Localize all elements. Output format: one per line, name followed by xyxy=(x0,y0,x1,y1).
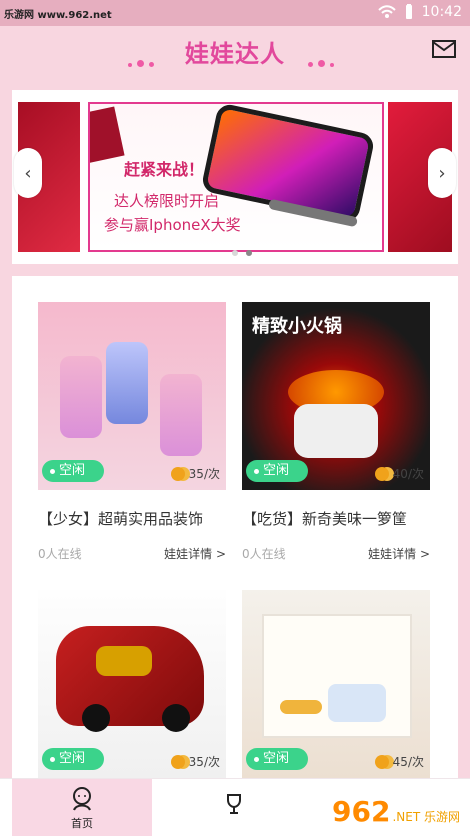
status-dot-icon xyxy=(50,756,55,762)
nav-home-label: 首页 xyxy=(71,816,93,830)
wifi-icon xyxy=(377,5,396,18)
coin-icon xyxy=(170,466,185,481)
cover-text: 精致小火锅 xyxy=(252,316,342,337)
details-link[interactable]: 娃娃详情 > xyxy=(164,545,226,562)
site-watermark: 乐游网 www.962.net xyxy=(4,10,112,21)
product-card-4[interactable]: 空闲 45/次 xyxy=(242,590,430,778)
car-window xyxy=(96,646,152,676)
indicator-dot xyxy=(232,250,238,256)
mail-icon[interactable] xyxy=(432,40,456,58)
price-tag: 40/次 xyxy=(374,465,424,482)
status-right: 10:42 xyxy=(377,4,462,20)
banner-line-2: 达人榜限时开启 xyxy=(114,192,220,210)
status-badge: 空闲 xyxy=(246,748,308,770)
cup-illustration xyxy=(60,356,102,438)
nav-home[interactable]: 首页 xyxy=(12,779,152,836)
carousel-prev-button[interactable]: ‹ xyxy=(14,148,42,198)
product-image[interactable]: 空闲 45/次 xyxy=(242,590,430,778)
title-decoration-right xyxy=(308,52,342,67)
cup-illustration xyxy=(106,342,148,424)
banner-headline: 赶紧来战！ xyxy=(124,160,205,179)
status-dot-icon xyxy=(50,468,55,474)
status-dot-icon xyxy=(254,756,259,762)
wheel-icon xyxy=(82,704,110,732)
status-badge: 空闲 xyxy=(42,748,104,770)
cup-illustration xyxy=(160,374,202,456)
price-tag: 45/次 xyxy=(374,753,424,770)
online-count: 0人在线 xyxy=(242,547,286,561)
table-illustration xyxy=(280,700,322,714)
status-bar: 乐游网 www.962.net 10:42 xyxy=(0,0,470,26)
indicator-dot-active xyxy=(246,250,252,256)
carousel-indicator xyxy=(232,241,260,260)
gift-box-image xyxy=(90,106,125,168)
clock: 10:42 xyxy=(421,4,462,20)
online-count: 0人在线 xyxy=(38,547,82,561)
chevron-left-icon: ‹ xyxy=(24,162,32,184)
product-meta: 0人在线 娃娃详情 > xyxy=(38,545,226,562)
banner-slide[interactable]: 赶紧来战！ 达人榜限时开启 参与赢IphoneX大奖 xyxy=(88,102,384,252)
product-title: 【吃货】新奇美味一箩筐 xyxy=(242,510,408,528)
carousel-next-button[interactable]: › xyxy=(428,148,456,198)
status-badge: 空闲 xyxy=(42,460,104,482)
product-card-1[interactable]: 空闲 35/次 【少女】超萌实用品装饰 0人在线 娃娃详情 > xyxy=(38,302,226,562)
chevron-right-icon: › xyxy=(438,162,446,184)
product-image[interactable]: 空闲 35/次 xyxy=(38,590,226,778)
corner-watermark: 962 .NET 乐游网 xyxy=(332,795,460,828)
sofa-illustration xyxy=(328,684,386,722)
price-tag: 35/次 xyxy=(170,465,220,482)
status-badge: 空闲 xyxy=(246,460,308,482)
product-meta: 0人在线 娃娃详情 > xyxy=(242,545,430,562)
product-image[interactable]: 精致小火锅 空闲 40/次 xyxy=(242,302,430,490)
price-tag: 35/次 xyxy=(170,753,220,770)
home-person-icon xyxy=(73,786,91,810)
details-link[interactable]: 娃娃详情 > xyxy=(368,545,430,562)
app-header: 娃娃达人 xyxy=(0,26,470,80)
banner-line-3: 参与赢IphoneX大奖 xyxy=(104,216,241,234)
banner-carousel[interactable]: 赶紧来战！ 达人榜限时开启 参与赢IphoneX大奖 ‹ › xyxy=(12,90,458,264)
coin-icon xyxy=(170,754,185,769)
bottom-navigation: 首页 962 .NET 乐游网 xyxy=(0,778,470,836)
trophy-icon[interactable] xyxy=(222,792,246,816)
battery-icon xyxy=(405,4,412,19)
status-dot-icon xyxy=(254,468,259,474)
product-image[interactable]: 空闲 35/次 xyxy=(38,302,226,490)
product-card-2[interactable]: 精致小火锅 空闲 40/次 【吃货】新奇美味一箩筐 0人在线 娃娃详情 > xyxy=(242,302,430,562)
app-title: 娃娃达人 xyxy=(185,40,285,68)
coin-icon xyxy=(374,754,389,769)
hotpot-base-illustration xyxy=(294,404,378,458)
product-card-3[interactable]: 空闲 35/次 xyxy=(38,590,226,778)
wheel-icon xyxy=(162,704,190,732)
coin-icon xyxy=(374,466,389,481)
product-title: 【少女】超萌实用品装饰 xyxy=(38,510,204,528)
product-grid: 空闲 35/次 【少女】超萌实用品装饰 0人在线 娃娃详情 > 精致小火锅 空闲… xyxy=(12,276,458,796)
